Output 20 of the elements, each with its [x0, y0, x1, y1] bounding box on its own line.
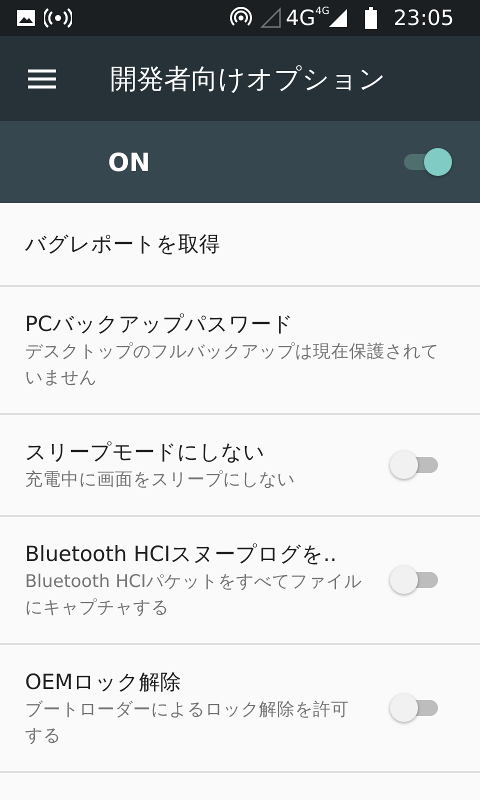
setting-title[interactable]: PCバックアップパスワード — [25, 309, 442, 339]
network-type: 4G — [315, 6, 330, 17]
signal-icon — [260, 7, 282, 29]
network-type: 4G — [286, 6, 316, 30]
setting-summary: Bluetooth HCIパケットをすべてファイルにキャプチャする — [25, 571, 364, 620]
setting-title[interactable]: スリープモードにしない — [25, 437, 295, 467]
menu-icon[interactable] — [28, 68, 56, 88]
clock: 23:05 — [393, 6, 454, 30]
setting-title[interactable]: Bluetooth HCIスヌープログを.. — [25, 539, 365, 569]
broadcast-icon — [44, 8, 72, 28]
setting-title[interactable]: バグレポートを取得 — [25, 229, 220, 259]
master-switch-label: ON — [108, 148, 150, 176]
setting-summary: 充電中に画面をスリープにしない — [25, 469, 295, 492]
setting-title[interactable]: OEMロック解除 — [25, 667, 365, 697]
setting-summary: ブートローダーによるロック解除を許可する — [25, 699, 350, 748]
screen-title: 開発者向けオプション — [110, 62, 386, 96]
battery-icon — [365, 7, 378, 29]
setting-summary: デスクトップのフルバックアップは現在保護されていません — [25, 341, 440, 390]
image-icon — [16, 9, 36, 27]
signal-icon — [329, 7, 350, 29]
